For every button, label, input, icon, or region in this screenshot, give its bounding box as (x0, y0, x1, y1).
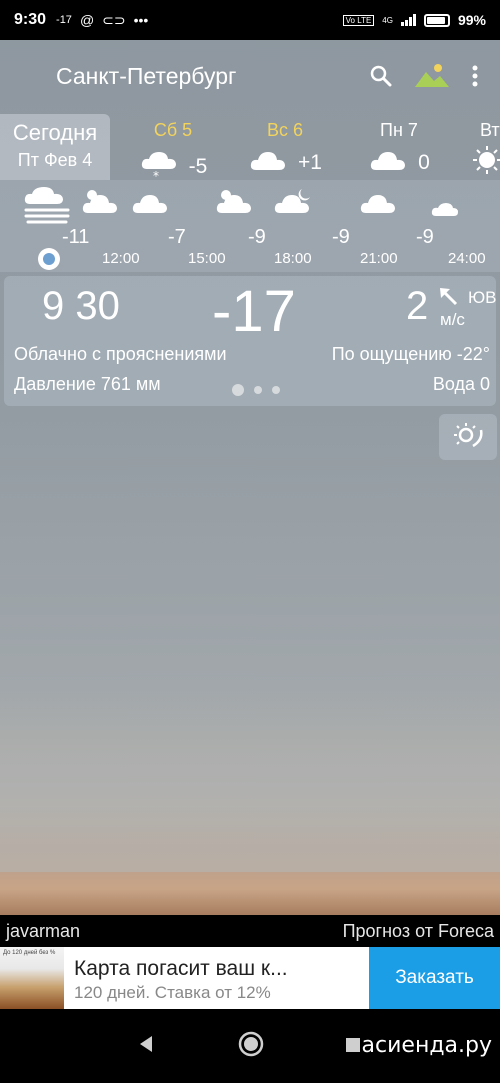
page-dot-active (232, 384, 244, 396)
system-nav-bar: асиенда.ру (0, 1009, 500, 1083)
more-notifications-icon: ••• (133, 12, 149, 28)
at-icon: @ (79, 12, 95, 28)
page-dot (254, 386, 262, 394)
wind-speed: 2 (406, 284, 429, 328)
hourly-time: 12:00 (102, 250, 140, 267)
cloud-sun-icon (214, 186, 256, 221)
hourly-temp: -7 (168, 226, 186, 248)
photo-credits-bar: javarman Прогноз от Foreca (0, 915, 500, 947)
battery-icon (423, 13, 450, 27)
background-ground (0, 872, 500, 915)
water-temp: Вода 0 (432, 374, 490, 394)
hourly-temp: -9 (248, 226, 266, 248)
recents-icon[interactable] (346, 1038, 360, 1057)
ad-title: Карта погасит ваш к... (74, 957, 288, 980)
hourly-temp: -11 (62, 226, 90, 248)
home-icon[interactable] (238, 1031, 264, 1062)
cloud-icon (130, 190, 172, 221)
current-time: 9 30 (42, 284, 120, 328)
sun-horizon-icon (453, 422, 483, 453)
page-indicator (232, 384, 280, 396)
tab-today[interactable]: Сегодня Пт Фев 4 (0, 114, 110, 180)
link-icon: ⊂⊃ (102, 11, 126, 28)
current-time-marker (38, 248, 60, 270)
moon-cloud-icon (418, 184, 460, 223)
hourly-time: 24:00 (448, 250, 486, 267)
tab-day-mon[interactable]: Пн 7 0 (344, 114, 454, 180)
tab-today-date: Пт Фев 4 (17, 150, 93, 170)
pressure: Давление 761 мм (14, 374, 161, 394)
feels-like: По ощущению -22° (331, 344, 490, 364)
ad-banner[interactable]: До 120 дней без % Карта погасит ваш к...… (0, 947, 500, 1009)
hourly-time: 15:00 (188, 250, 226, 267)
wind-unit: м/с (440, 310, 465, 329)
cloud-icon (368, 147, 408, 178)
ad-subtitle: 120 дней. Ставка от 12% (74, 983, 271, 1002)
page-dot (272, 386, 280, 394)
more-vert-icon[interactable] (472, 65, 478, 87)
status-temp: -17 (56, 14, 72, 26)
day-temp: 0 (418, 150, 430, 174)
app-bar: Санкт-Петербург (0, 40, 500, 112)
current-temperature: -17 (212, 279, 296, 344)
search-icon[interactable] (370, 65, 392, 87)
tab-day-sat[interactable]: Сб 5 * -5 (118, 114, 228, 183)
status-bar: 9:30 -17 @ ⊂⊃ ••• Vo LTE 4G 99% (0, 0, 500, 40)
hourly-forecast[interactable]: -11 -7 -9 -9 -9 12:00 15:00 18:00 21:00 … (0, 180, 500, 272)
day-tabs: Сегодня Пт Фев 4 Сб 5 * -5 Вс 6 +1 Пн 7 … (0, 114, 500, 183)
wind-arrow-icon (438, 286, 458, 311)
day-temp: -5 (188, 154, 208, 178)
photo-author[interactable]: javarman (6, 921, 80, 942)
day-label: Вс 6 (266, 120, 304, 140)
cloud-icon (248, 147, 288, 178)
ad-order-button[interactable]: Заказать (369, 947, 500, 1009)
tab-today-label: Сегодня (12, 120, 98, 145)
forecast-source[interactable]: Прогноз от Foreca (343, 921, 494, 942)
ad-thumb-text: До 120 дней без % (3, 950, 56, 956)
hourly-temp: -9 (416, 226, 434, 248)
status-time: 9:30 (14, 11, 47, 28)
daylight-button[interactable] (439, 414, 497, 460)
sun-icon (462, 145, 500, 180)
wind-direction: ЮВ (468, 288, 497, 307)
battery-level: 99% (457, 12, 486, 28)
tab-day-tue[interactable]: Вт (462, 114, 500, 180)
cloud-icon (358, 190, 400, 221)
day-temp: +1 (298, 150, 322, 174)
watermark: асиенда.ру (361, 1033, 492, 1058)
day-label: Пн 7 (380, 120, 418, 140)
ad-thumbnail: До 120 дней без % (0, 947, 64, 1009)
signal-icon (400, 14, 416, 26)
day-label: Вт (480, 120, 500, 140)
background-haze (0, 690, 500, 880)
hourly-time: 18:00 (274, 250, 312, 267)
weather-condition: Облачно с прояснениями (14, 344, 227, 364)
network-type: 4G (382, 15, 393, 25)
city-title[interactable]: Санкт-Петербург (56, 63, 236, 90)
hourly-time: 21:00 (360, 250, 398, 267)
back-icon[interactable] (138, 1035, 154, 1058)
landscape-icon[interactable] (414, 63, 450, 89)
cloud-moon-icon (272, 186, 314, 221)
hourly-temp: -9 (332, 226, 350, 248)
current-conditions-card[interactable]: 9 30 -17 2 м/с ЮВ Облачно с прояснениями… (4, 276, 497, 406)
volte-icon: Vo LTE (342, 14, 375, 26)
cloud-sun-icon (80, 186, 122, 221)
day-label: Сб 5 (153, 120, 193, 140)
tab-day-sun[interactable]: Вс 6 +1 (230, 114, 340, 180)
